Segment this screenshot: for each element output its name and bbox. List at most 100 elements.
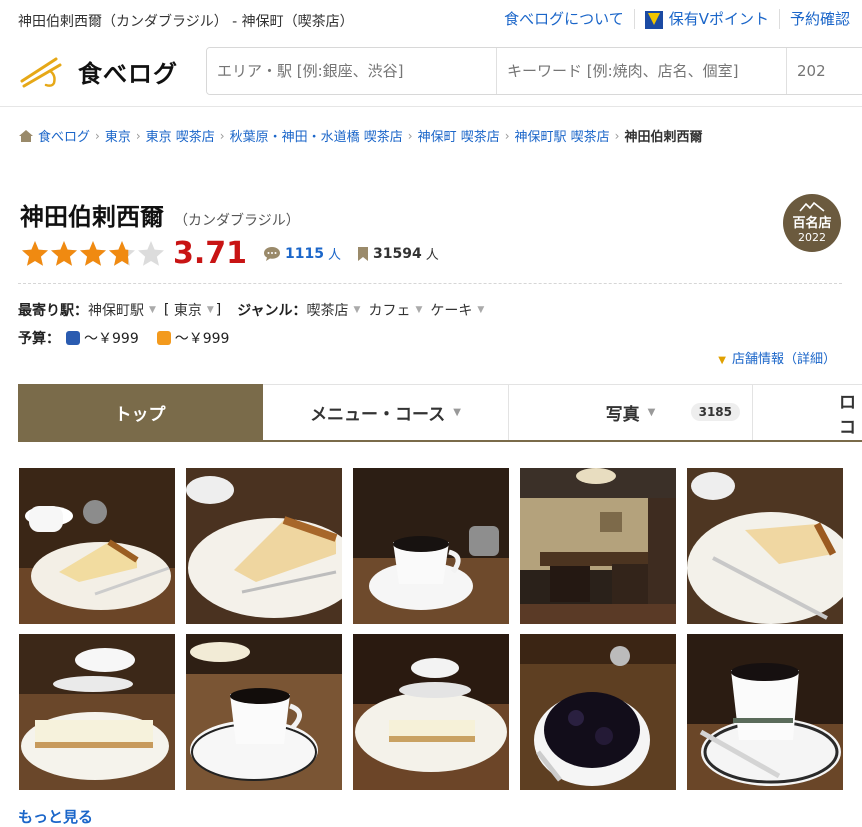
chevron-right-icon: ›	[219, 128, 225, 143]
photo-dark-dessert[interactable]	[520, 634, 676, 790]
dropdown-icon: ▼	[206, 305, 214, 315]
photo-interior[interactable]	[520, 468, 676, 624]
divider	[633, 8, 635, 29]
breadcrumb-item[interactable]: 神保町 喫茶店	[418, 126, 500, 145]
lunch-sun-icon	[156, 331, 171, 345]
photo-coffee-spoon[interactable]	[687, 634, 843, 790]
area-search-input[interactable]	[207, 48, 497, 94]
keyword-search-input[interactable]	[497, 48, 787, 94]
date-search-input[interactable]	[787, 48, 862, 94]
genre-link[interactable]: 喫茶店	[307, 300, 349, 320]
reviews-unit: 人	[328, 248, 342, 263]
about-link[interactable]: 食べログについて	[504, 8, 624, 29]
tab-label: ロコ	[839, 392, 856, 438]
station-label: 最寄り駅：	[18, 303, 88, 319]
dropdown-icon: ▼	[453, 407, 461, 418]
search-bar	[206, 47, 862, 95]
chevron-right-icon: ›	[135, 128, 141, 143]
comment-icon	[264, 246, 281, 261]
photo-cheesecake-slice[interactable]	[186, 468, 342, 624]
site-header: 食べログ	[0, 40, 862, 107]
logo-text: 食べログ	[78, 60, 178, 88]
dinner-moon-icon	[66, 331, 80, 345]
photo-count-badge: 3185	[690, 403, 740, 421]
rating-row: 3.71 1115 人 31594 人	[20, 236, 439, 271]
budget-row: 予算： ～￥999 ～￥999	[18, 328, 229, 348]
dropdown-icon: ▼	[149, 305, 156, 315]
reviews-count-link[interactable]: 1115 人	[263, 244, 341, 263]
tab-label: 写真	[605, 405, 640, 425]
photo-cheesecake-cup[interactable]	[19, 468, 175, 624]
see-more-photos-link[interactable]: もっと見る	[18, 806, 93, 827]
star-icon	[80, 240, 106, 266]
breadcrumb-item[interactable]: 東京	[105, 126, 131, 145]
dropdown-icon: ▼	[477, 305, 485, 315]
breadcrumb-current: 神田伯剌西爾	[624, 130, 703, 145]
top-bar: 神田伯剌西爾（カンダブラジル） - 神保町（喫茶店） 食べログについて 保有Vポ…	[0, 0, 862, 40]
breadcrumb-item[interactable]: 食べログ	[38, 126, 90, 145]
saves-count: 31594 人	[357, 244, 439, 263]
divider	[778, 8, 780, 29]
breadcrumb-item[interactable]: 神保町駅 喫茶店	[515, 126, 610, 145]
station-link[interactable]: 神保町駅	[88, 300, 144, 320]
genre-link[interactable]: カフェ	[368, 300, 410, 320]
home-icon	[19, 129, 33, 142]
restaurant-name-text: 神田伯剌西爾	[20, 203, 164, 231]
badge-year: 2022	[798, 231, 826, 244]
photo-coffee-cup[interactable]	[353, 468, 509, 624]
dropdown-icon: ▼	[353, 305, 361, 315]
points-label: 保有Vポイント	[668, 10, 769, 28]
photo-coffee-white-cup[interactable]	[186, 634, 342, 790]
store-info-link[interactable]: ▼ 店舗情報（詳細）	[718, 348, 836, 367]
area-bracket-open: [	[163, 302, 170, 318]
mountain-icon	[799, 202, 825, 212]
photo-cheesecake-fork[interactable]	[687, 468, 843, 624]
tabelog-logo[interactable]: 食べログ	[20, 54, 178, 89]
v-point-icon	[644, 10, 663, 29]
star-icon	[22, 240, 48, 266]
hyakumeiten-badge[interactable]: 百名店 2022	[783, 194, 841, 252]
tab-photos[interactable]: 写真 ▼ 3185	[509, 384, 753, 440]
tab-menu[interactable]: メニュー・コース ▼	[263, 384, 509, 440]
triangle-down-icon: ▼	[718, 355, 726, 366]
tab-top[interactable]: トップ	[18, 384, 263, 440]
breadcrumb-item[interactable]: 秋葉原・神田・水道橋 喫茶店	[230, 126, 403, 145]
genre-label: ジャンル：	[237, 303, 307, 319]
photo-rare-cheesecake[interactable]	[19, 634, 175, 790]
chevron-right-icon: ›	[95, 128, 100, 143]
breadcrumb-item[interactable]: 東京 喫茶店	[146, 126, 215, 145]
station-genre-row: 最寄り駅： 神保町駅 ▼ [ 東京 ▼] ジャンル： 喫茶店 ▼ カフェ ▼ ケーキ ▼	[18, 300, 492, 320]
dropdown-icon: ▼	[647, 407, 656, 418]
restaurant-kana: （カンダブラジル）	[174, 213, 300, 229]
chevron-right-icon: ›	[407, 128, 413, 143]
breadcrumb: 食べログ › 東京 › 東京 喫茶店 › 秋葉原・神田・水道橋 喫茶店 › 神保町 喫茶…	[18, 126, 702, 145]
tab-label: トップ	[114, 405, 166, 425]
divider	[18, 283, 842, 284]
chevron-right-icon: ›	[614, 128, 620, 143]
top-links: 食べログについて 保有Vポイント 予約確認	[504, 8, 850, 29]
page-title-text: 神田伯剌西爾（カンダブラジル） - 神保町（喫茶店）	[18, 14, 354, 30]
photo-cheesecake-table[interactable]	[353, 634, 509, 790]
star-icon	[138, 240, 164, 266]
star-icon	[51, 240, 77, 266]
rating-score: 3.71	[173, 236, 248, 271]
restaurant-name: 神田伯剌西爾 （カンダブラジル）	[20, 197, 300, 232]
star-icon	[109, 240, 135, 266]
reservation-link[interactable]: 予約確認	[790, 8, 850, 29]
genre-link[interactable]: ケーキ	[430, 300, 472, 320]
budget-dinner: ～￥999	[84, 331, 139, 347]
tab-reviews[interactable]: ロコ	[753, 384, 862, 440]
saves-count-value: 31594	[373, 245, 422, 262]
budget-label: 予算：	[18, 331, 60, 347]
store-info-label: 店舗情報（詳細）	[731, 352, 836, 367]
tab-label: メニュー・コース	[310, 405, 446, 425]
star-rating	[20, 239, 165, 269]
points-link[interactable]: 保有Vポイント	[644, 8, 769, 29]
budget-lunch: ～￥999	[174, 331, 230, 347]
reviews-count: 1115	[285, 245, 324, 262]
area-bracket-close: ]	[215, 302, 222, 318]
area-link[interactable]: 東京	[174, 300, 202, 320]
chopsticks-logo-icon	[20, 57, 62, 87]
dropdown-icon: ▼	[415, 305, 423, 315]
badge-label: 百名店	[792, 216, 832, 231]
